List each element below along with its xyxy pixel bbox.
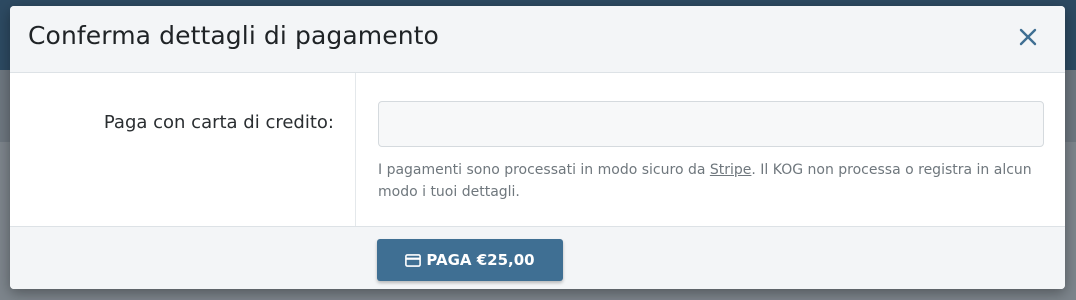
pay-button[interactable]: PAGA €25,00	[377, 239, 563, 281]
modal-header: Conferma dettagli di pagamento	[10, 6, 1065, 73]
card-input[interactable]	[378, 101, 1044, 147]
help-text: I pagamenti sono processati in modo sicu…	[378, 159, 1038, 203]
label-column: Paga con carta di credito:	[10, 73, 356, 226]
modal-body: Paga con carta di credito: I pagamenti s…	[10, 73, 1065, 226]
pay-button-label: PAGA €25,00	[426, 251, 535, 269]
card-label: Paga con carta di credito:	[103, 112, 334, 133]
stripe-link[interactable]: Stripe	[710, 162, 752, 178]
payment-modal: Conferma dettagli di pagamento Paga con …	[10, 6, 1065, 289]
close-icon[interactable]	[1015, 24, 1041, 50]
modal-title: Conferma dettagli di pagamento	[28, 21, 439, 50]
help-text-prefix: I pagamenti sono processati in modo sicu…	[378, 162, 710, 178]
credit-card-icon	[405, 253, 422, 267]
modal-footer: PAGA €25,00	[10, 226, 1065, 289]
